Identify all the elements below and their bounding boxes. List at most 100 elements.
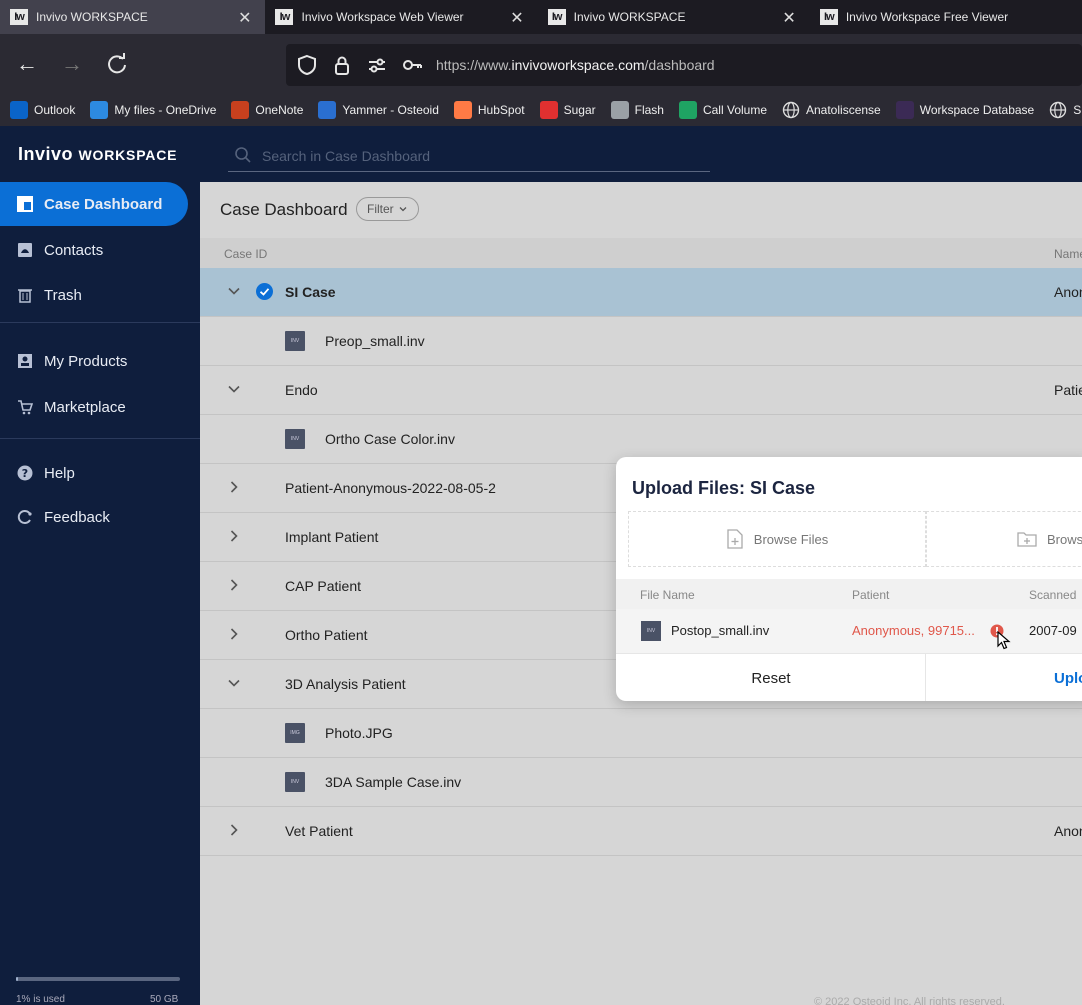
browse-folder-button[interactable]: Browse Folder (926, 511, 1082, 567)
close-icon[interactable]: ✕ (782, 8, 795, 28)
bookmark-label: Flash (634, 103, 664, 117)
upload-files-dialog: Upload Files: SI Case Browse Files Brows… (616, 457, 1082, 701)
upload-file-row[interactable]: INV Postop_small.inv Anonymous, 99715...… (616, 609, 1082, 653)
close-icon[interactable]: ✕ (238, 8, 251, 28)
case-name: SI Case (285, 284, 336, 300)
bookmark-item[interactable]: Call Volume (678, 101, 767, 119)
back-arrow-icon[interactable]: ← (14, 51, 40, 77)
file-row[interactable]: IMG Photo.JPG (200, 709, 1082, 758)
storage-usage-bar (16, 977, 180, 981)
filter-button[interactable]: Filter (356, 197, 419, 221)
storage-total-text: 50 GB (150, 994, 179, 1005)
products-icon (16, 352, 34, 370)
case-row[interactable]: Endo Patient (200, 366, 1082, 415)
column-header-patient: Patient (852, 588, 890, 602)
onenote-icon (231, 101, 250, 119)
search-icon (235, 147, 251, 163)
chevron-right-icon[interactable] (226, 626, 242, 642)
bookmark-item[interactable]: Outlook (10, 101, 75, 119)
sidebar-item-marketplace[interactable]: Marketplace (0, 385, 200, 429)
reload-icon[interactable] (104, 51, 130, 77)
column-header-file-name: File Name (640, 588, 695, 602)
storage-used-text: 1% is used (16, 994, 65, 1005)
page-title: Case Dashboard (220, 200, 348, 219)
chevron-down-icon[interactable] (226, 381, 242, 397)
bookmark-item[interactable]: Flash (610, 101, 664, 119)
selected-check-icon[interactable] (256, 283, 273, 300)
sidebar-item-case-dashboard[interactable]: Case Dashboard (0, 182, 188, 226)
case-name: CAP Patient (285, 578, 362, 594)
tab-label: Invivo Workspace Free Viewer (845, 10, 1009, 24)
browser-tab-1[interactable]: Iw Invivo WORKSPACE ✕ (0, 0, 266, 34)
sidebar-item-feedback[interactable]: Feedback (0, 495, 200, 539)
invivo-favicon-icon: Iw (547, 9, 566, 25)
permissions-icon[interactable] (366, 54, 388, 76)
shield-icon[interactable] (296, 54, 318, 76)
globe-icon (782, 101, 800, 119)
inv-file-icon: INV (285, 331, 305, 351)
bookmark-item[interactable]: Anatoliscense (782, 101, 881, 119)
browse-files-button[interactable]: Browse Files (628, 511, 926, 567)
bookmark-item[interactable]: HubSpot (453, 101, 525, 119)
chevron-right-icon[interactable] (226, 528, 242, 544)
sidebar-item-help[interactable]: ? Help (0, 451, 200, 495)
sidebar: Case Dashboard Contacts Trash My Product… (0, 182, 200, 1005)
contacts-icon (16, 241, 34, 259)
chevron-right-icon[interactable] (226, 479, 242, 495)
reset-button[interactable]: Reset (616, 654, 926, 701)
chevron-right-icon[interactable] (226, 577, 242, 593)
case-row[interactable]: Vet Patient Anonymous (200, 807, 1082, 856)
image-file-icon: IMG (285, 723, 305, 743)
file-row[interactable]: INV Preop_small.inv (200, 317, 1082, 366)
mouse-cursor-icon (997, 631, 1011, 650)
url-bar[interactable]: https://www.invivoworkspace.com/dashboar… (286, 44, 1082, 86)
sidebar-item-my-products[interactable]: My Products (0, 339, 200, 383)
onedrive-icon (90, 101, 109, 119)
url-prefix: https://www. (436, 57, 512, 73)
url-domain: invivoworkspace.com (511, 57, 645, 73)
sidebar-item-contacts[interactable]: Contacts (0, 228, 200, 272)
patient-value[interactable]: Anonymous, 99715... (852, 623, 975, 638)
lock-icon[interactable] (331, 54, 353, 76)
case-row[interactable]: SI Case Anonymous (200, 268, 1082, 317)
search-box (228, 140, 710, 172)
search-input[interactable] (262, 144, 702, 168)
app-logo[interactable]: Invivo WORKSPACE (18, 144, 177, 165)
bookmark-item[interactable]: Surg (1049, 101, 1082, 119)
chevron-down-icon (399, 207, 407, 212)
sidebar-item-label: Marketplace (44, 398, 126, 416)
bookmark-item[interactable]: My files - OneDrive (90, 101, 216, 119)
chevron-down-icon[interactable] (226, 283, 242, 299)
chevron-right-icon[interactable] (226, 822, 242, 838)
file-row[interactable]: INV 3DA Sample Case.inv (200, 758, 1082, 807)
sidebar-item-label: Help (44, 464, 75, 482)
browser-tab-3[interactable]: Iw Invivo WORKSPACE ✕ (538, 0, 810, 34)
forward-arrow-icon[interactable]: → (59, 51, 85, 77)
browser-tab-2[interactable]: Iw Invivo Workspace Web Viewer ✕ (265, 0, 537, 34)
sidebar-item-label: Case Dashboard (44, 195, 163, 213)
bookmark-item[interactable]: Workspace Database (895, 101, 1034, 119)
inv-file-icon: INV (641, 621, 661, 641)
patient-name: Patient (1054, 382, 1082, 398)
column-header-case-id[interactable]: Case ID (224, 247, 267, 261)
file-name: Ortho Case Color.inv (325, 431, 455, 447)
chevron-down-icon[interactable] (226, 675, 242, 691)
column-header-name[interactable]: Name (1054, 247, 1082, 261)
close-icon[interactable]: ✕ (510, 8, 523, 28)
bookmark-label: Sugar (563, 103, 596, 117)
invivo-favicon-icon: Iw (10, 9, 28, 25)
bookmark-label: OneNote (255, 103, 304, 117)
bookmark-item[interactable]: OneNote (231, 101, 303, 119)
sidebar-item-trash[interactable]: Trash (0, 273, 200, 317)
key-icon[interactable] (401, 54, 423, 76)
bookmark-item[interactable]: Yammer - Osteoid (318, 101, 439, 119)
url-text[interactable]: https://www.invivoworkspace.com/dashboar… (436, 57, 715, 73)
bookmark-item[interactable]: Sugar (539, 101, 596, 119)
scanned-date: 2007-09 (1029, 623, 1077, 638)
inv-file-icon: INV (285, 429, 305, 449)
database-icon (895, 101, 914, 119)
browser-tab-4[interactable]: Iw Invivo Workspace Free Viewer (810, 0, 1082, 34)
upload-button[interactable]: Upload (926, 654, 1082, 701)
add-file-icon (727, 529, 743, 549)
table-header: Case ID Name (200, 238, 1082, 268)
